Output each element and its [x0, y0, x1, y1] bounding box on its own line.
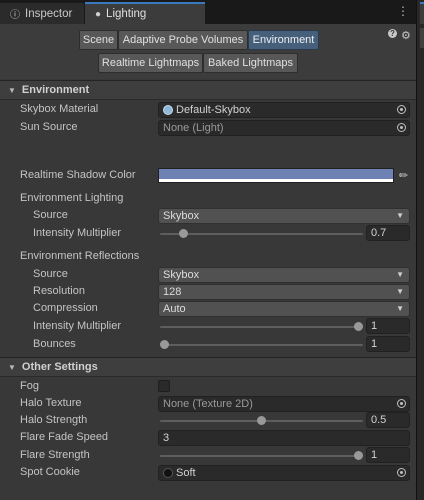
flare-strength-slider-track[interactable] [160, 455, 363, 457]
skybox-material-value: Default-Skybox [176, 104, 251, 116]
sun-source-label: Sun Source [20, 121, 78, 133]
reflections-compression-value: Auto [163, 303, 186, 315]
chevron-down-icon: ▼ [396, 304, 404, 313]
other-settings-section-header[interactable]: ▼ Other Settings [0, 357, 416, 377]
foldout-arrow-icon: ▼ [8, 362, 16, 372]
gear-icon[interactable]: ⚙ [401, 29, 411, 42]
realtime-shadow-color-label: Realtime Shadow Color [20, 169, 136, 181]
reflections-compression-dropdown[interactable]: Auto ▼ [158, 301, 410, 317]
fog-checkbox[interactable] [158, 380, 170, 392]
tab-bar: ⓘ Inspector ● Lighting ⋮ [0, 0, 424, 24]
bounces-slider-track[interactable] [160, 344, 363, 346]
environment-section-title: Environment [21, 84, 90, 96]
lighting-intensity-input[interactable]: 0.7 [366, 225, 410, 241]
chevron-down-icon: ▼ [396, 287, 404, 296]
texture-thumbnail-icon [163, 468, 173, 478]
halo-strength-label: Halo Strength [20, 414, 88, 426]
foldout-arrow-icon: ▼ [8, 85, 16, 95]
reflections-intensity-slider-thumb[interactable] [354, 322, 363, 331]
baked-lightmaps-tab-button[interactable]: Baked Lightmaps [203, 53, 298, 73]
spot-cookie-field[interactable]: Soft [158, 465, 410, 481]
fog-label: Fog [20, 380, 39, 392]
reflections-intensity-slider-track[interactable] [160, 326, 363, 328]
flare-strength-input[interactable]: 1 [366, 447, 410, 463]
sun-source-value: None (Light) [163, 122, 224, 134]
halo-texture-field[interactable]: None (Texture 2D) [158, 396, 410, 412]
sun-source-field[interactable]: None (Light) [158, 120, 410, 136]
chevron-down-icon: ▼ [396, 270, 404, 279]
lighting-intensity-slider-track[interactable] [160, 233, 363, 235]
environment-section-header[interactable]: ▼ Environment [0, 80, 416, 100]
object-picker-icon[interactable] [397, 468, 406, 477]
tab-lighting-label: Lighting [106, 8, 147, 20]
object-picker-icon[interactable] [397, 399, 406, 408]
bounces-input[interactable]: 1 [366, 336, 410, 352]
flare-fade-speed-label: Flare Fade Speed [20, 431, 109, 443]
environment-content: ▼ Environment Skybox Material Default-Sk… [0, 80, 416, 500]
bounces-label: Bounces [33, 338, 76, 350]
bounces-slider-thumb[interactable] [160, 340, 169, 349]
halo-strength-slider-thumb[interactable] [257, 416, 266, 425]
adjacent-panel [416, 0, 424, 500]
lighting-intensity-label: Intensity Multiplier [33, 227, 122, 239]
help-icon[interactable]: ? [388, 29, 397, 38]
lighting-intensity-slider-thumb[interactable] [179, 229, 189, 238]
object-picker-icon[interactable] [397, 123, 406, 132]
scene-tab-button[interactable]: Scene [79, 30, 118, 50]
lighting-source-label: Source [33, 209, 68, 221]
environment-tab-button[interactable]: Environment [248, 30, 319, 50]
other-settings-section-title: Other Settings [21, 361, 98, 373]
adjacent-tab[interactable] [420, 2, 424, 24]
color-alpha-bar [159, 179, 393, 182]
reflections-resolution-dropdown[interactable]: 128 ▼ [158, 284, 410, 300]
realtime-lightmaps-tab-button[interactable]: Realtime Lightmaps [98, 53, 203, 73]
chevron-down-icon: ▼ [396, 211, 404, 220]
reflections-resolution-label: Resolution [33, 285, 85, 297]
kebab-menu-icon[interactable]: ⋮ [397, 4, 409, 18]
flare-strength-label: Flare Strength [20, 449, 90, 461]
lighting-toolbar: Scene Adaptive Probe Volumes Environment… [0, 24, 416, 79]
eyedropper-icon[interactable]: ✏ [397, 168, 410, 182]
skybox-material-field[interactable]: Default-Skybox [158, 102, 410, 118]
info-icon: ⓘ [10, 10, 20, 21]
spot-cookie-label: Spot Cookie [20, 466, 80, 478]
lighting-source-dropdown[interactable]: Skybox ▼ [158, 208, 410, 224]
reflections-source-dropdown[interactable]: Skybox ▼ [158, 267, 410, 283]
object-picker-icon[interactable] [397, 105, 406, 114]
tab-lighting[interactable]: ● Lighting [85, 2, 205, 24]
adaptive-probe-volumes-tab-button[interactable]: Adaptive Probe Volumes [118, 30, 248, 50]
environment-lighting-label: Environment Lighting [20, 192, 124, 204]
spot-cookie-value: Soft [176, 467, 196, 479]
skybox-material-label: Skybox Material [20, 103, 99, 115]
flare-strength-slider-thumb[interactable] [354, 451, 363, 460]
header-icons: ? ⚙ [388, 29, 411, 42]
environment-reflections-label: Environment Reflections [20, 250, 140, 262]
tab-inspector[interactable]: ⓘ Inspector [0, 2, 84, 24]
reflections-resolution-value: 128 [163, 286, 182, 298]
flare-fade-speed-input[interactable]: 3 [158, 430, 410, 446]
material-sphere-icon [163, 105, 173, 115]
reflections-intensity-input[interactable]: 1 [366, 318, 410, 334]
realtime-shadow-color-field[interactable] [158, 168, 394, 183]
tab-inspector-label: Inspector [25, 7, 73, 20]
halo-texture-value: None (Texture 2D) [163, 398, 253, 410]
reflections-source-label: Source [33, 268, 68, 280]
reflections-compression-label: Compression [33, 302, 98, 314]
lightbulb-icon: ● [95, 8, 102, 20]
adjacent-panel-toolbar [420, 28, 424, 48]
lighting-source-value: Skybox [163, 210, 200, 222]
halo-strength-input[interactable]: 0.5 [366, 412, 410, 428]
lighting-window: Scene Adaptive Probe Volumes Environment… [0, 24, 416, 500]
halo-texture-label: Halo Texture [20, 397, 82, 409]
reflections-source-value: Skybox [163, 269, 200, 281]
reflections-intensity-label: Intensity Multiplier [33, 320, 122, 332]
